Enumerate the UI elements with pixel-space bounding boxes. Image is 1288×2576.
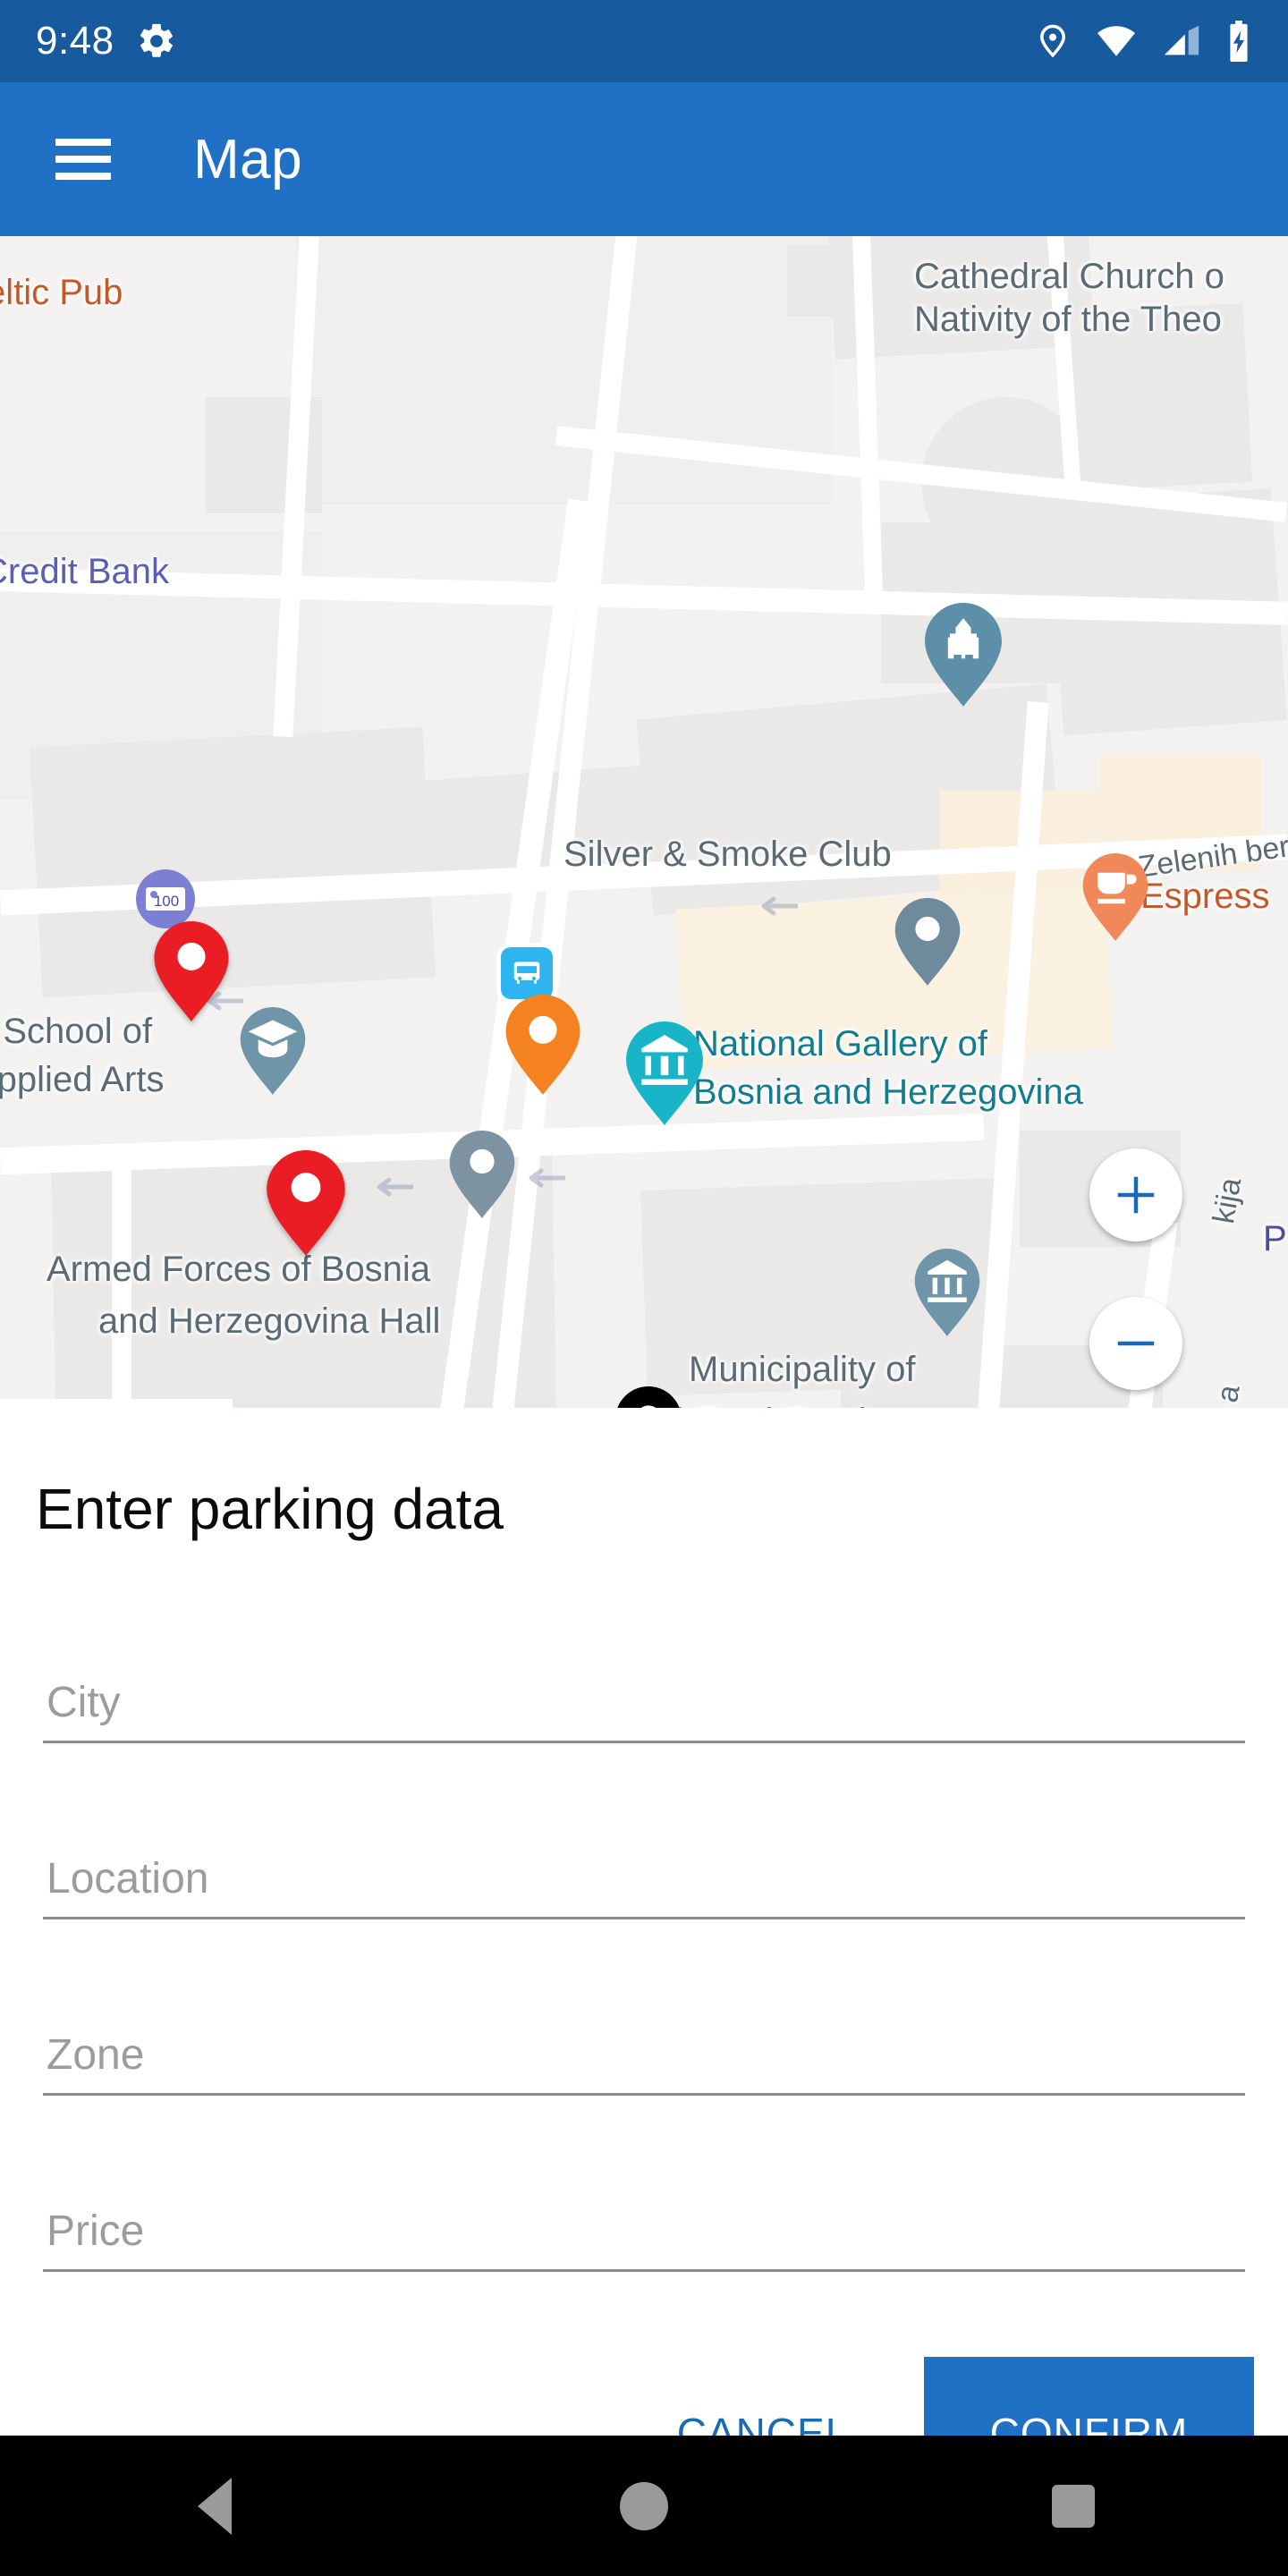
status-system-icons	[1034, 21, 1252, 62]
red-marker-icon[interactable]	[267, 1150, 345, 1256]
status-notification-icons	[136, 21, 177, 62]
app-bar: Map	[0, 82, 1288, 236]
museum-marker-icon[interactable]	[626, 1021, 703, 1125]
map-canvas	[0, 236, 1288, 1408]
one-way-arrow-icon	[529, 1168, 565, 1188]
back-button[interactable]	[134, 2436, 295, 2576]
signal-icon	[1164, 25, 1199, 55]
parking-data-dialog: Enter parking data CANCEL CONFIRM	[0, 1408, 1288, 2509]
gear-icon	[140, 23, 173, 57]
transit-badge-label: 100	[154, 893, 179, 910]
bank-marker-icon[interactable]	[914, 1249, 980, 1336]
orange-marker-icon[interactable]	[505, 995, 580, 1095]
plus-icon	[1117, 1176, 1155, 1214]
battery-charging-icon	[1230, 21, 1248, 62]
location-input[interactable]	[43, 1848, 1245, 1919]
one-way-arrow-icon	[761, 896, 798, 916]
hamburger-menu-icon[interactable]	[55, 139, 111, 180]
zoom-in-button[interactable]	[1089, 1148, 1182, 1241]
zoom-out-button[interactable]	[1089, 1297, 1182, 1390]
zone-field-row	[43, 1941, 1245, 2117]
android-navigation-bar	[0, 2436, 1288, 2576]
home-icon	[620, 2481, 668, 2530]
location-icon	[1039, 24, 1066, 58]
recents-button[interactable]	[993, 2436, 1154, 2576]
black-marker-icon[interactable]	[615, 1386, 682, 1408]
one-way-arrow-icon	[377, 1177, 413, 1197]
wifi-icon	[1097, 26, 1135, 56]
coffee-marker-icon[interactable]	[1082, 853, 1148, 941]
red-marker-icon[interactable]	[154, 921, 229, 1021]
church-marker-icon[interactable]	[925, 603, 1002, 707]
gray-marker-icon[interactable]	[449, 1131, 515, 1218]
price-field-row	[43, 2117, 1245, 2293]
dialog-title: Enter parking data	[36, 1477, 504, 1541]
bus-stop-icon[interactable]	[501, 947, 553, 999]
city-input[interactable]	[43, 1672, 1245, 1743]
bus-glyph-icon	[513, 962, 540, 984]
transit-route-badge[interactable]: 100	[136, 869, 195, 928]
city-field-row	[43, 1589, 1245, 1765]
zone-input[interactable]	[43, 2024, 1245, 2096]
home-button[interactable]	[564, 2436, 724, 2576]
status-bar: 9:48	[0, 0, 1288, 82]
transit-badge-icon: 100	[146, 887, 185, 911]
parking-form	[43, 1589, 1245, 2293]
map-view[interactable]: eltic Pub Cathedral Church o Nativity of…	[0, 236, 1288, 1408]
gray-marker-icon[interactable]	[894, 898, 961, 986]
minus-icon	[1117, 1341, 1155, 1346]
app-bar-title: Map	[193, 128, 303, 191]
school-marker-icon[interactable]	[240, 1007, 306, 1095]
phone-screen: 9:48 Map ltic Pub Cathedral Church o Nat…	[0, 0, 1288, 2576]
price-input[interactable]	[43, 2200, 1245, 2272]
status-clock: 9:48	[36, 19, 114, 63]
recents-icon	[1052, 2484, 1095, 2528]
back-icon	[198, 2477, 232, 2535]
location-field-row	[43, 1765, 1245, 1941]
